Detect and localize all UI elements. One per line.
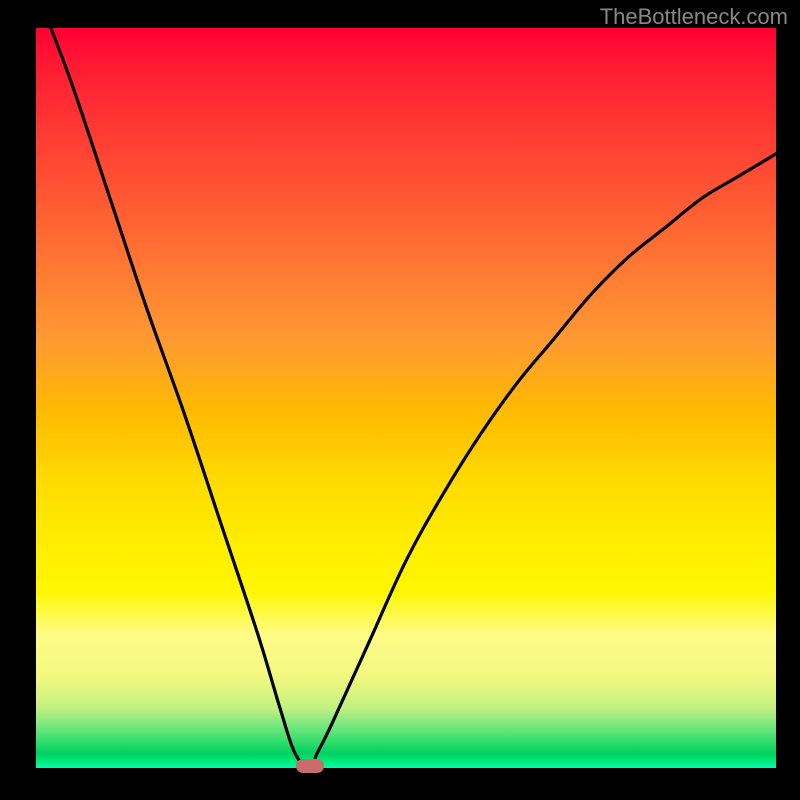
curve-svg	[36, 28, 776, 768]
watermark-text: TheBottleneck.com	[600, 4, 788, 30]
bottleneck-curve-path	[51, 28, 776, 768]
minimum-marker	[296, 759, 324, 773]
plot-area	[36, 28, 776, 768]
